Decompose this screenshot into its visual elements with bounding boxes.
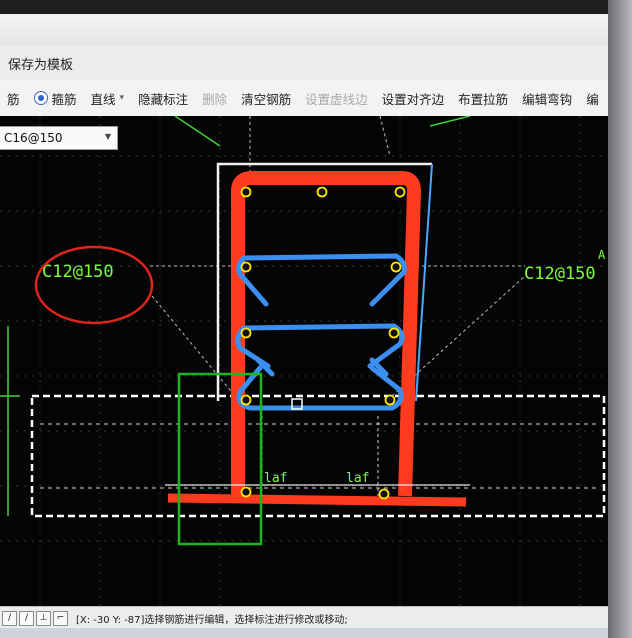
toolbar: 筋 箍筋 直线 ▾ 隐藏标注 删除 清空钢筋 设置虚线边 设置对齐边 布置拉筋 …	[0, 80, 608, 117]
rebar-nodes	[240, 186, 406, 500]
save-template-menu[interactable]: 保存为模板	[0, 54, 81, 73]
bottom-bar	[167, 493, 467, 507]
drawing-canvas[interactable]: laf laf C12@150 C12@150 A	[0, 116, 608, 606]
tool-partial-first[interactable]: 筋	[0, 89, 27, 108]
main-rebar	[231, 171, 421, 497]
set-virtual-edge-button[interactable]: 设置虚线边	[298, 89, 375, 108]
status-tool-4[interactable]: ⌐	[53, 610, 68, 626]
line-label: 直线	[90, 91, 116, 107]
status-bar: / / ⊥ ⌐ [X: -30 Y: -87]选择钢筋进行编辑，选择标注进行修改…	[0, 606, 608, 629]
caret-down-icon: ▾	[119, 93, 125, 103]
background-grid	[0, 116, 608, 606]
window-title-strip	[0, 14, 608, 46]
menu-bar: 保存为模板	[0, 46, 608, 81]
status-tool-1[interactable]: /	[2, 610, 17, 626]
monitor-right-bezel	[608, 0, 632, 638]
right-edge-glyph: A	[598, 248, 606, 262]
stirrup-label: 箍筋	[51, 91, 77, 107]
status-tool-2[interactable]: /	[19, 610, 34, 626]
line-dropdown[interactable]: 直线 ▾	[84, 89, 132, 108]
right-rebar-label[interactable]: C12@150	[524, 264, 596, 284]
edit-hook-button[interactable]: 编辑弯钩	[515, 89, 579, 108]
left-rebar-label[interactable]: C12@150	[42, 262, 114, 282]
rebar-spec-select[interactable]: C16@150 ▼	[0, 126, 118, 150]
status-tool-3[interactable]: ⊥	[36, 610, 51, 626]
stirrups	[235, 253, 407, 411]
status-text: [X: -30 Y: -87]选择钢筋进行编辑，选择标注进行修改或移动;	[76, 614, 348, 626]
red-highlight-ellipse	[34, 245, 154, 325]
laf-label-left: laf	[264, 471, 287, 486]
clear-rebar-button[interactable]: 清空钢筋	[234, 89, 298, 108]
tool-partial-last[interactable]: 编	[579, 89, 606, 108]
caret-down-icon: ▼	[104, 132, 111, 141]
place-tie-bar-button[interactable]: 布置拉筋	[451, 89, 515, 108]
rebar-spec-value: C16@150	[4, 131, 63, 145]
laf-label-right: laf	[346, 471, 369, 486]
hide-annotation-button[interactable]: 隐藏标注	[131, 89, 195, 108]
stirrup-radio[interactable]: 箍筋	[27, 89, 84, 108]
delete-button[interactable]: 删除	[195, 89, 234, 108]
taskbar	[0, 628, 608, 638]
radio-selected-icon	[33, 91, 48, 105]
monitor-top-bezel	[0, 0, 632, 14]
set-align-edge-button[interactable]: 设置对齐边	[375, 89, 452, 108]
